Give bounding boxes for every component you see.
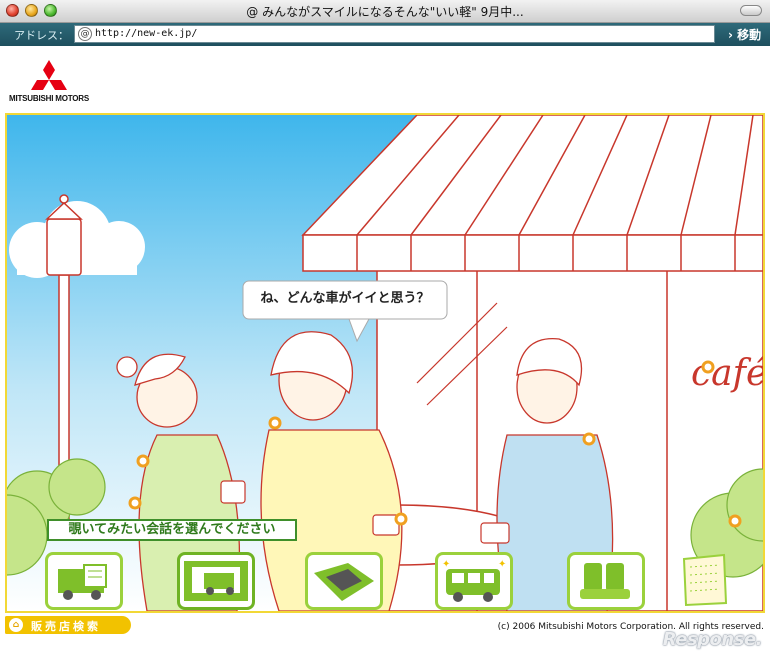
speech-text: ね、どんな車がイイと思う？ xyxy=(260,291,430,306)
conversation-button-floor[interactable] xyxy=(305,552,383,610)
home-icon: ⌂ xyxy=(9,618,23,632)
dealer-search-button[interactable]: ⌂ 販売店検索 xyxy=(5,616,131,634)
window-title: @ みんながスマイルになるそんな"いい軽" 9月中... xyxy=(246,5,524,19)
cafe-sign: café xyxy=(691,353,763,394)
mitsubishi-logo[interactable]: MITSUBISHI MOTORS xyxy=(9,58,89,106)
van-interior-icon xyxy=(184,561,248,601)
dealer-search-label: 販売店検索 xyxy=(31,620,101,633)
conversation-button-smile[interactable]: ✦ ✦ xyxy=(435,552,513,610)
response-watermark: Response. xyxy=(662,629,763,650)
address-toolbar: アドレス： @ http://new-ek.jp/ › 移動 xyxy=(0,23,770,46)
conversation-button-note[interactable] xyxy=(680,553,728,607)
chevron-right-icon: › xyxy=(728,28,733,42)
seat-icon xyxy=(580,563,630,599)
sparkle-car-icon: ✦ ✦ xyxy=(442,559,506,602)
address-input[interactable]: @ http://new-ek.jp/ xyxy=(74,25,715,43)
svg-text:✦: ✦ xyxy=(498,559,506,570)
svg-text:✦: ✦ xyxy=(442,559,450,570)
at-icon: @ xyxy=(78,27,92,41)
address-url: http://new-ek.jp/ xyxy=(95,28,198,39)
toolbar-toggle-button[interactable] xyxy=(740,5,762,16)
go-button-label: 移動 xyxy=(737,28,762,42)
conversation-button-seats[interactable] xyxy=(567,552,645,610)
window-titlebar: @ みんながスマイルになるそんな"いい軽" 9月中... xyxy=(0,0,770,23)
cafe-scene: café ね、どんな車がイイと思う？ 覗いてみたい会話を選んでください ✦ ✦ xyxy=(5,113,765,613)
notepad-icon xyxy=(682,553,728,607)
cargo-van-icon xyxy=(58,564,107,600)
logo-text: MITSUBISHI MOTORS xyxy=(9,94,90,103)
conversation-button-cargo[interactable] xyxy=(45,552,123,610)
three-diamonds-icon xyxy=(31,60,67,90)
floor-space-icon xyxy=(314,563,374,601)
choose-conversation-label: 覗いてみたい会話を選んでください xyxy=(47,519,297,541)
conversation-button-interior[interactable] xyxy=(177,552,255,610)
go-button[interactable]: › 移動 xyxy=(728,26,761,43)
address-label: アドレス： xyxy=(14,29,69,42)
